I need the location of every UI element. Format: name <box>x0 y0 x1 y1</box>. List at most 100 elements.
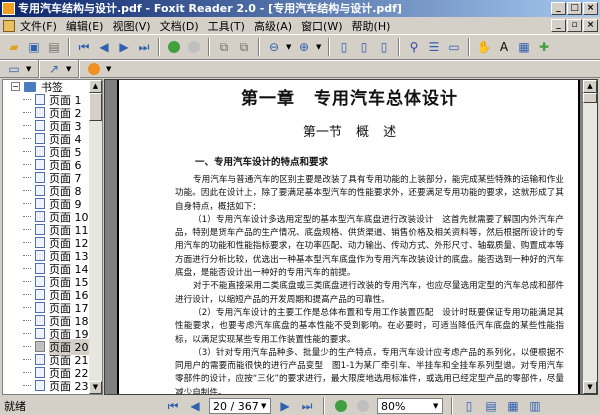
actual-size-icon[interactable]: ▯ <box>336 39 352 55</box>
window-title: 专用汽车结构与设计.pdf - Foxit Reader 2.0 - [专用汽车… <box>18 2 402 15</box>
scroll-up-button[interactable]: ▲ <box>583 80 597 93</box>
full-screen-icon[interactable]: ▭ <box>446 39 462 55</box>
secondary-toolbar: ▭ ▼ ↗ ▼ ▼ <box>0 60 600 78</box>
page-icon <box>35 237 45 248</box>
page-icon <box>35 302 45 313</box>
document-viewer[interactable]: 第一章 专用汽车总体设计 第一节 概 述 一、专用汽车设计的特点和要求 专用汽车… <box>104 79 598 395</box>
chapter-title: 第一章 专用汽车总体设计 <box>241 89 458 109</box>
menu-window[interactable]: 窗口(W) <box>301 18 342 34</box>
document-icon[interactable] <box>3 20 15 32</box>
fit-width-icon[interactable]: ▯ <box>376 39 392 55</box>
page-icon <box>35 354 45 365</box>
status-text: 就绪 <box>4 399 26 413</box>
page-icon <box>35 380 45 391</box>
doc-restore-button[interactable]: ▫ <box>567 19 582 32</box>
first-page-icon[interactable]: ⏮ <box>165 398 181 414</box>
last-page-icon[interactable]: ⏭ <box>299 398 315 414</box>
snapshot-icon[interactable]: ▦ <box>516 39 532 55</box>
continuous-icon[interactable]: ▤ <box>483 398 499 414</box>
menu-file[interactable]: 文件(F) <box>20 18 57 34</box>
facing-icon[interactable]: ▦ <box>505 398 521 414</box>
page-icon <box>35 250 45 261</box>
previous-page-icon[interactable]: ◀ <box>96 39 112 55</box>
next-page-icon[interactable]: ▶ <box>277 398 293 414</box>
zoom-select[interactable]: 80% ▼ <box>377 398 443 414</box>
page-icon <box>35 146 45 157</box>
paragraph: 专用汽车与普通汽车的区别主要是改装了具有专用功能的上装部分，能完成某些特殊的运输… <box>175 175 564 212</box>
help-icon[interactable] <box>88 63 100 75</box>
first-page-icon[interactable]: ⏮ <box>76 39 92 55</box>
scroll-down-button[interactable]: ▼ <box>583 381 597 394</box>
menu-bar: 文件(F) 编辑(E) 视图(V) 文档(D) 工具(T) 高级(A) 窗口(W… <box>0 17 600 34</box>
document-scrollbar[interactable]: ▲ ▼ <box>583 80 597 394</box>
find-icon[interactable]: ⚲ <box>406 39 422 55</box>
menu-view[interactable]: 视图(V) <box>112 18 150 34</box>
print-icon[interactable]: ▤ <box>46 39 62 55</box>
collapse-icon[interactable]: − <box>11 82 20 91</box>
continuous-facing-icon[interactable]: ▥ <box>527 398 543 414</box>
annotation-icon[interactable]: ▭ <box>6 61 22 77</box>
page-icon <box>35 367 45 378</box>
menu-edit[interactable]: 编辑(E) <box>66 18 104 34</box>
page-icon <box>35 120 45 131</box>
scroll-thumb[interactable] <box>89 93 102 121</box>
page-icon <box>35 172 45 183</box>
rotate-right-icon[interactable]: ⧉ <box>236 39 252 55</box>
menu-tools[interactable]: 工具(T) <box>208 18 245 34</box>
close-button[interactable]: × <box>583 2 598 15</box>
scroll-thumb[interactable] <box>583 93 597 103</box>
text-select-icon[interactable]: A <box>496 39 512 55</box>
page-icon <box>35 198 45 209</box>
doc-minimize-button[interactable]: _ <box>551 19 566 32</box>
paragraph: （1）专用汽车设计多选用定型的基本型汽车底盘进行改装设计 这首先就需要了解国内外… <box>175 214 564 279</box>
menu-advanced[interactable]: 高级(A) <box>254 18 292 34</box>
menu-help[interactable]: 帮助(H) <box>352 18 391 34</box>
bookmark-panel: − 书签 页面 1 页面 2 页面 3 页面 4 页面 5 页面 6 页面 7 页面 8 页面 … <box>2 79 103 395</box>
next-page-icon[interactable]: ▶ <box>116 39 132 55</box>
pdf-page: 第一章 专用汽车总体设计 第一节 概 述 一、专用汽车设计的特点和要求 专用汽车… <box>117 80 580 395</box>
fit-page-icon[interactable]: ▯ <box>356 39 372 55</box>
doc-close-button[interactable]: × <box>583 19 598 32</box>
minimize-button[interactable]: _ <box>551 2 566 15</box>
maximize-button[interactable]: □ <box>567 2 582 15</box>
section-title: 第一节 概 述 <box>302 125 397 140</box>
single-page-icon[interactable]: ▯ <box>461 398 477 414</box>
hand-tool-icon[interactable]: ✋ <box>476 39 492 55</box>
zoom-in-icon[interactable]: ⊕ <box>296 39 312 55</box>
bookmark-item[interactable]: 页面 23 <box>3 379 91 393</box>
bookmark-tree: − 书签 页面 1 页面 2 页面 3 页面 4 页面 5 页面 6 页面 7 页面 8 页面 … <box>3 80 91 394</box>
paragraph: （2）专用汽车设计的主要工作是总体布置和专用工作装置匹配 设计时既要保证专用功能… <box>175 307 564 345</box>
page-number-input[interactable]: 20 / 367 ▼ <box>209 398 271 414</box>
page-icon <box>35 328 45 339</box>
plugin-icon[interactable]: ✚ <box>536 39 552 55</box>
scroll-down-button[interactable]: ▼ <box>89 381 102 394</box>
page-icon <box>35 341 45 352</box>
menu-document[interactable]: 文档(D) <box>160 18 199 34</box>
forward-icon[interactable] <box>188 41 200 53</box>
save-icon[interactable]: ▣ <box>26 39 42 55</box>
bookmark-book-icon <box>24 81 36 92</box>
paragraph: （3）针对专用汽车品种多、批量少的生产特点，专用汽车设计应考虑产品的系列化，以便… <box>175 347 564 395</box>
page-icon <box>35 94 45 105</box>
page-icon <box>35 107 45 118</box>
bookmark-scrollbar[interactable]: ▲ ▼ <box>89 80 102 394</box>
forward-icon[interactable] <box>357 400 369 412</box>
status-bar: 就绪 ⏮ ◀ 20 / 367 ▼ ▶ ⏭ 80% ▼ ▯ ▤ ▦ ▥ <box>0 396 600 415</box>
last-page-icon[interactable]: ⏭ <box>136 39 152 55</box>
subheading: 一、专用汽车设计的特点和要求 <box>195 157 329 168</box>
page-icon <box>35 211 45 222</box>
arrow-tool-icon[interactable]: ↗ <box>46 61 62 77</box>
app-icon <box>2 2 15 15</box>
paragraph: 对于不能直接采用二类底盘或三类底盘进行改装的专用汽车，也应尽量选用定型的汽车总成… <box>175 281 564 305</box>
open-icon[interactable]: ▰ <box>6 39 22 55</box>
previous-page-icon[interactable]: ◀ <box>187 398 203 414</box>
rotate-left-icon[interactable]: ⧉ <box>216 39 232 55</box>
scroll-up-button[interactable]: ▲ <box>89 80 102 93</box>
page-icon <box>35 263 45 274</box>
back-icon[interactable] <box>335 400 347 412</box>
zoom-out-icon[interactable]: ⊖ <box>266 39 282 55</box>
bookmarks-panel-icon[interactable]: ☰ <box>426 39 442 55</box>
back-icon[interactable] <box>168 41 180 53</box>
page-icon <box>35 133 45 144</box>
title-bar: 专用汽车结构与设计.pdf - Foxit Reader 2.0 - [专用汽车… <box>0 0 600 17</box>
